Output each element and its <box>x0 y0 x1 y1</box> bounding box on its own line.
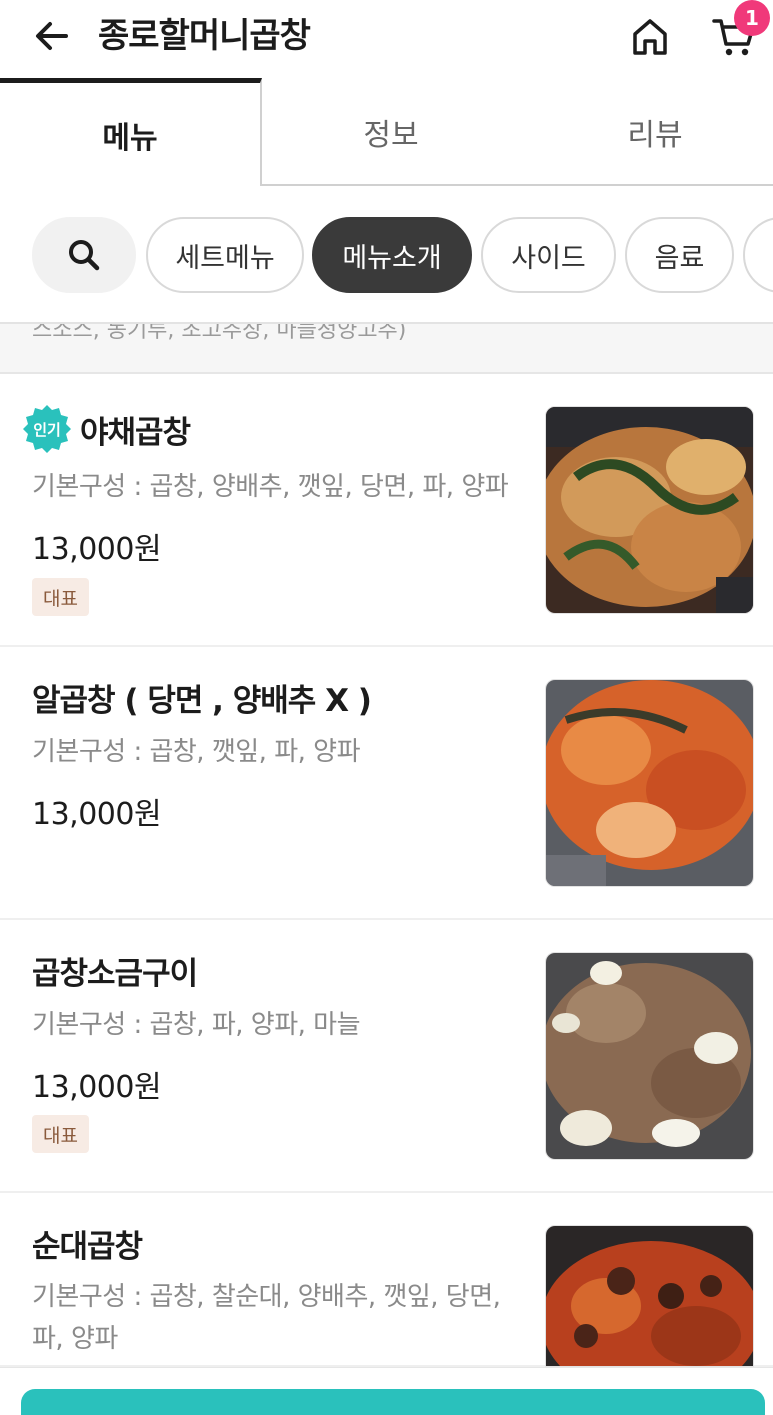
menu-item[interactable]: 순대곱창 기본구성 : 곱창, 찰순대, 양배추, 깻잎, 당면, 파, 양파 <box>0 1193 773 1367</box>
cart-count-badge: 1 <box>734 0 770 36</box>
item-photo <box>545 406 754 614</box>
item-price: 13,000원 <box>32 1070 162 1105</box>
item-description: 기본구성 : 곱창, 파, 양파, 마늘 <box>32 1010 361 1040</box>
category-chip-bar: 세트메뉴 메뉴소개 사이드 음료 주 <box>0 186 773 324</box>
item-title-row: 알곱창 ( 당면 , 양배추 X ) <box>32 675 372 720</box>
item-price: 13,000원 <box>32 797 162 832</box>
menu-search-button[interactable] <box>32 217 136 293</box>
previous-section-cutoff: 스소스, 동기루, 초고추장, 마늘청양고추) <box>0 324 773 374</box>
popular-badge-label: 인기 <box>33 420 61 439</box>
menu-item[interactable]: 알곱창 ( 당면 , 양배추 X ) 기본구성 : 곱창, 깻잎, 파, 양파 … <box>0 647 773 920</box>
representative-tag: 대표 <box>32 578 89 616</box>
tab-menu[interactable]: 메뉴 <box>0 78 262 186</box>
tab-info[interactable]: 정보 <box>262 78 520 186</box>
menu-item[interactable]: 인기 야채곱창 기본구성 : 곱창, 양배추, 깻잎, 당면, 파, 양파 13… <box>0 374 773 647</box>
order-button[interactable] <box>21 1389 765 1415</box>
bottom-order-bar <box>0 1367 773 1415</box>
search-icon <box>69 240 100 271</box>
category-chip-menu-intro[interactable]: 메뉴소개 <box>312 217 472 293</box>
category-chip-set-menu[interactable]: 세트메뉴 <box>146 217 304 293</box>
home-icon <box>633 19 667 55</box>
item-title-row: 순대곱창 <box>32 1221 143 1266</box>
back-button[interactable] <box>30 14 74 58</box>
item-name: 알곱창 ( 당면 , 양배추 X ) <box>32 683 372 719</box>
item-title-row: 인기 야채곱창 <box>22 404 191 454</box>
home-button[interactable] <box>626 14 674 60</box>
tab-review[interactable]: 리뷰 <box>520 78 773 186</box>
item-description: 기본구성 : 곱창, 찰순대, 양배추, 깻잎, 당면, 파, 양파 <box>32 1282 501 1354</box>
category-chip-partial[interactable]: 주 <box>743 217 773 293</box>
item-name: 곱창소금구이 <box>32 956 198 992</box>
popular-badge-icon: 인기 <box>22 404 72 454</box>
item-description: 기본구성 : 곱창, 깻잎, 파, 양파 <box>32 737 361 767</box>
item-price: 13,000원 <box>32 532 162 567</box>
item-photo <box>545 952 754 1160</box>
item-name: 순대곱창 <box>32 1229 143 1265</box>
item-photo <box>545 679 754 887</box>
item-description: 기본구성 : 곱창, 양배추, 깻잎, 당면, 파, 양파 <box>32 472 509 502</box>
category-chip-drink[interactable]: 음료 <box>625 217 734 293</box>
item-photo <box>545 1225 754 1367</box>
back-arrow-icon <box>36 22 68 50</box>
store-title: 종로할머니곱창 <box>98 16 311 56</box>
category-chip-side[interactable]: 사이드 <box>481 217 616 293</box>
representative-tag: 대표 <box>32 1115 89 1153</box>
store-tabs: 메뉴 정보 리뷰 <box>0 78 773 186</box>
item-title-row: 곱창소금구이 <box>32 948 198 993</box>
item-name: 야채곱창 <box>80 414 191 451</box>
app-header: 종로할머니곱창 1 <box>0 0 773 78</box>
cutoff-description: 스소스, 동기루, 초고추장, 마늘청양고추) <box>32 324 407 343</box>
menu-item[interactable]: 곱창소금구이 기본구성 : 곱창, 파, 양파, 마늘 13,000원 대표 <box>0 920 773 1193</box>
